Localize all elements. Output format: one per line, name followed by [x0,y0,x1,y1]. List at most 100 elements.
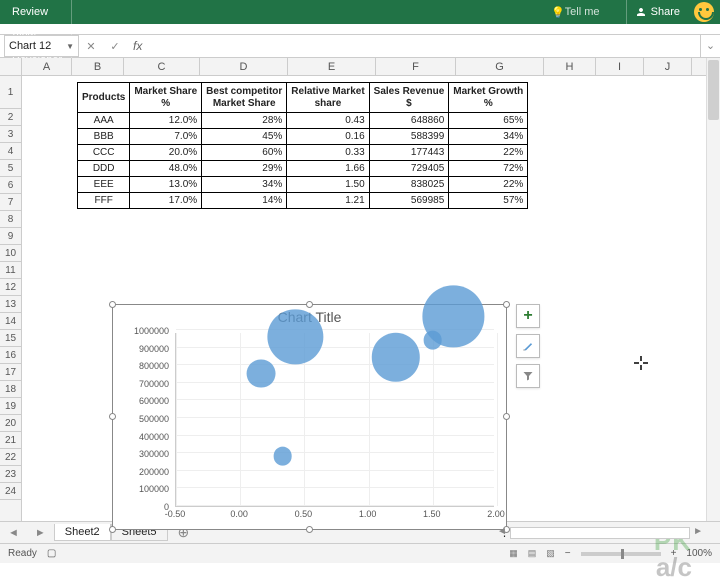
table-header[interactable]: Products [78,83,130,113]
table-cell[interactable]: 12.0% [130,113,202,129]
resize-handle[interactable] [109,301,116,308]
row-header[interactable]: 7 [0,194,21,211]
table-cell[interactable]: 60% [202,145,287,161]
row-header[interactable]: 20 [0,415,21,432]
sheet-nav-prev-icon[interactable]: ◄ [0,527,27,539]
table-cell[interactable]: 569985 [369,193,449,209]
row-header[interactable]: 16 [0,347,21,364]
col-header[interactable]: E [288,58,376,75]
table-cell[interactable]: 45% [202,129,287,145]
sheet-nav-next-icon[interactable]: ► [27,527,54,539]
table-cell[interactable]: DDD [78,161,130,177]
bubble-point[interactable] [423,330,442,349]
col-header[interactable]: D [200,58,288,75]
resize-handle[interactable] [306,526,313,533]
table-header[interactable]: Relative Marketshare [287,83,369,113]
col-header[interactable]: B [72,58,124,75]
table-cell[interactable]: EEE [78,177,130,193]
row-header[interactable]: 4 [0,143,21,160]
row-header[interactable]: 11 [0,262,21,279]
table-cell[interactable]: 13.0% [130,177,202,193]
table-cell[interactable]: 14% [202,193,287,209]
bubble-point[interactable] [268,309,323,364]
chart[interactable]: Chart Title 0100000200000300000400000500… [112,304,507,530]
table-cell[interactable]: CCC [78,145,130,161]
table-cell[interactable]: 17.0% [130,193,202,209]
ribbon-tab-review[interactable]: Review [6,0,72,24]
chart-filter-button[interactable] [516,364,540,388]
table-header[interactable]: Market Growth% [449,83,528,113]
table-cell[interactable]: 65% [449,113,528,129]
row-header[interactable]: 9 [0,228,21,245]
row-header[interactable]: 3 [0,126,21,143]
row-header[interactable]: 19 [0,398,21,415]
table-row[interactable]: DDD48.0%29%1.6672940572% [78,161,528,177]
table-cell[interactable]: 648860 [369,113,449,129]
expand-formula-bar-icon[interactable]: ⌄ [700,35,720,57]
table-cell[interactable]: 838025 [369,177,449,193]
row-headers[interactable]: 123456789101112131415161718192021222324 [0,76,22,521]
feedback-smile-icon[interactable] [694,2,714,22]
table-cell[interactable]: 34% [202,177,287,193]
data-table[interactable]: ProductsMarket Share%Best competitorMark… [77,82,528,209]
table-cell[interactable]: 7.0% [130,129,202,145]
table-row[interactable]: FFF17.0%14%1.2156998557% [78,193,528,209]
resize-handle[interactable] [503,301,510,308]
horizontal-scrollbar[interactable] [510,527,690,539]
table-cell[interactable]: 0.43 [287,113,369,129]
col-header[interactable]: I [596,58,644,75]
bubble-point[interactable] [273,447,292,466]
chart-styles-button[interactable] [516,334,540,358]
table-row[interactable]: EEE13.0%34%1.5083802522% [78,177,528,193]
table-cell[interactable]: 1.21 [287,193,369,209]
vertical-scrollbar[interactable] [706,58,720,521]
table-cell[interactable]: 22% [449,177,528,193]
col-header[interactable]: A [22,58,72,75]
table-cell[interactable]: 29% [202,161,287,177]
resize-handle[interactable] [503,413,510,420]
table-cell[interactable]: 20.0% [130,145,202,161]
row-header[interactable]: 2 [0,109,21,126]
tell-me-input[interactable] [565,6,620,18]
chevron-down-icon[interactable]: ▼ [66,42,74,51]
table-row[interactable]: BBB7.0%45%0.1658839934% [78,129,528,145]
row-header[interactable]: 6 [0,177,21,194]
table-cell[interactable]: 28% [202,113,287,129]
zoom-slider[interactable] [581,552,661,556]
scroll-thumb[interactable] [708,60,719,120]
table-header[interactable]: Market Share% [130,83,202,113]
col-header[interactable]: G [456,58,544,75]
table-cell[interactable]: AAA [78,113,130,129]
table-cell[interactable]: 729405 [369,161,449,177]
table-cell[interactable]: 588399 [369,129,449,145]
table-cell[interactable]: 0.16 [287,129,369,145]
resize-handle[interactable] [109,526,116,533]
col-header[interactable]: H [544,58,596,75]
row-header[interactable]: 15 [0,330,21,347]
table-cell[interactable]: 34% [449,129,528,145]
resize-handle[interactable] [306,301,313,308]
row-header[interactable]: 13 [0,296,21,313]
table-cell[interactable]: 57% [449,193,528,209]
page-layout-view-icon[interactable]: ▤ [528,548,537,559]
col-header[interactable]: C [124,58,200,75]
page-break-view-icon[interactable]: ▧ [546,548,555,559]
name-box[interactable]: Chart 12 ▼ [4,35,79,57]
chart-elements-button[interactable]: + [516,304,540,328]
row-header[interactable]: 22 [0,449,21,466]
table-cell[interactable]: 177443 [369,145,449,161]
cancel-formula-icon[interactable]: ✕ [79,40,103,53]
table-cell[interactable]: 72% [449,161,528,177]
select-all-corner[interactable] [0,58,22,76]
formula-input[interactable] [148,36,700,56]
row-header[interactable]: 5 [0,160,21,177]
col-header[interactable]: F [376,58,456,75]
tell-me[interactable]: 💡 [545,0,627,24]
table-header[interactable]: Best competitorMarket Share [202,83,287,113]
row-header[interactable]: 18 [0,381,21,398]
table-cell[interactable]: 1.50 [287,177,369,193]
plot-area[interactable] [175,333,494,507]
row-header[interactable]: 17 [0,364,21,381]
table-row[interactable]: CCC20.0%60%0.3317744322% [78,145,528,161]
column-headers[interactable]: ABCDEFGHIJ [22,58,706,76]
